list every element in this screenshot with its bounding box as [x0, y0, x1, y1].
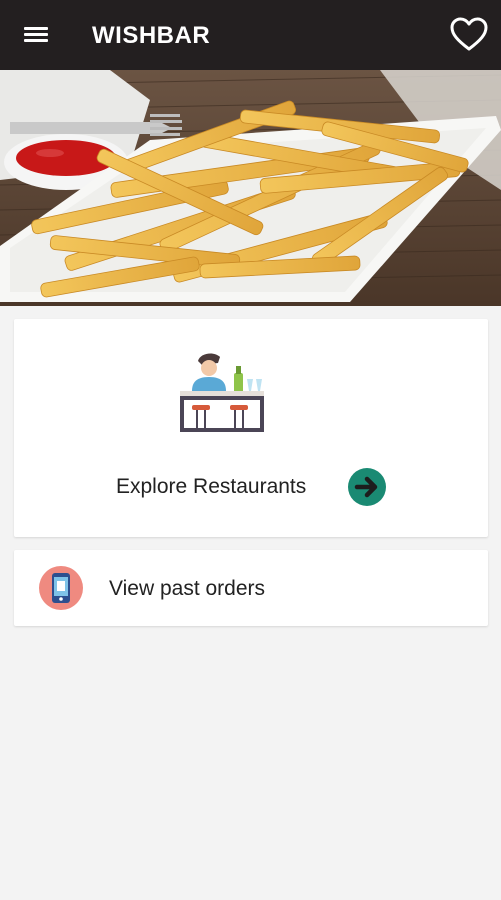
explore-restaurants-label[interactable]: Explore Restaurants [116, 475, 306, 499]
mobile-phone-icon [38, 565, 84, 611]
hero-image [0, 70, 501, 306]
restaurant-bar-counter-icon [174, 351, 270, 439]
explore-restaurants-card: Explore Restaurants [14, 319, 488, 537]
view-past-orders-card[interactable]: View past orders [14, 550, 488, 626]
app-title: WISHBAR [92, 22, 211, 49]
hamburger-menu-icon[interactable] [18, 20, 54, 50]
app-bar: WISHBAR [0, 0, 501, 70]
arrow-right-circle-icon[interactable] [347, 467, 387, 507]
view-past-orders-label[interactable]: View past orders [109, 577, 265, 601]
heart-icon[interactable] [449, 16, 489, 54]
